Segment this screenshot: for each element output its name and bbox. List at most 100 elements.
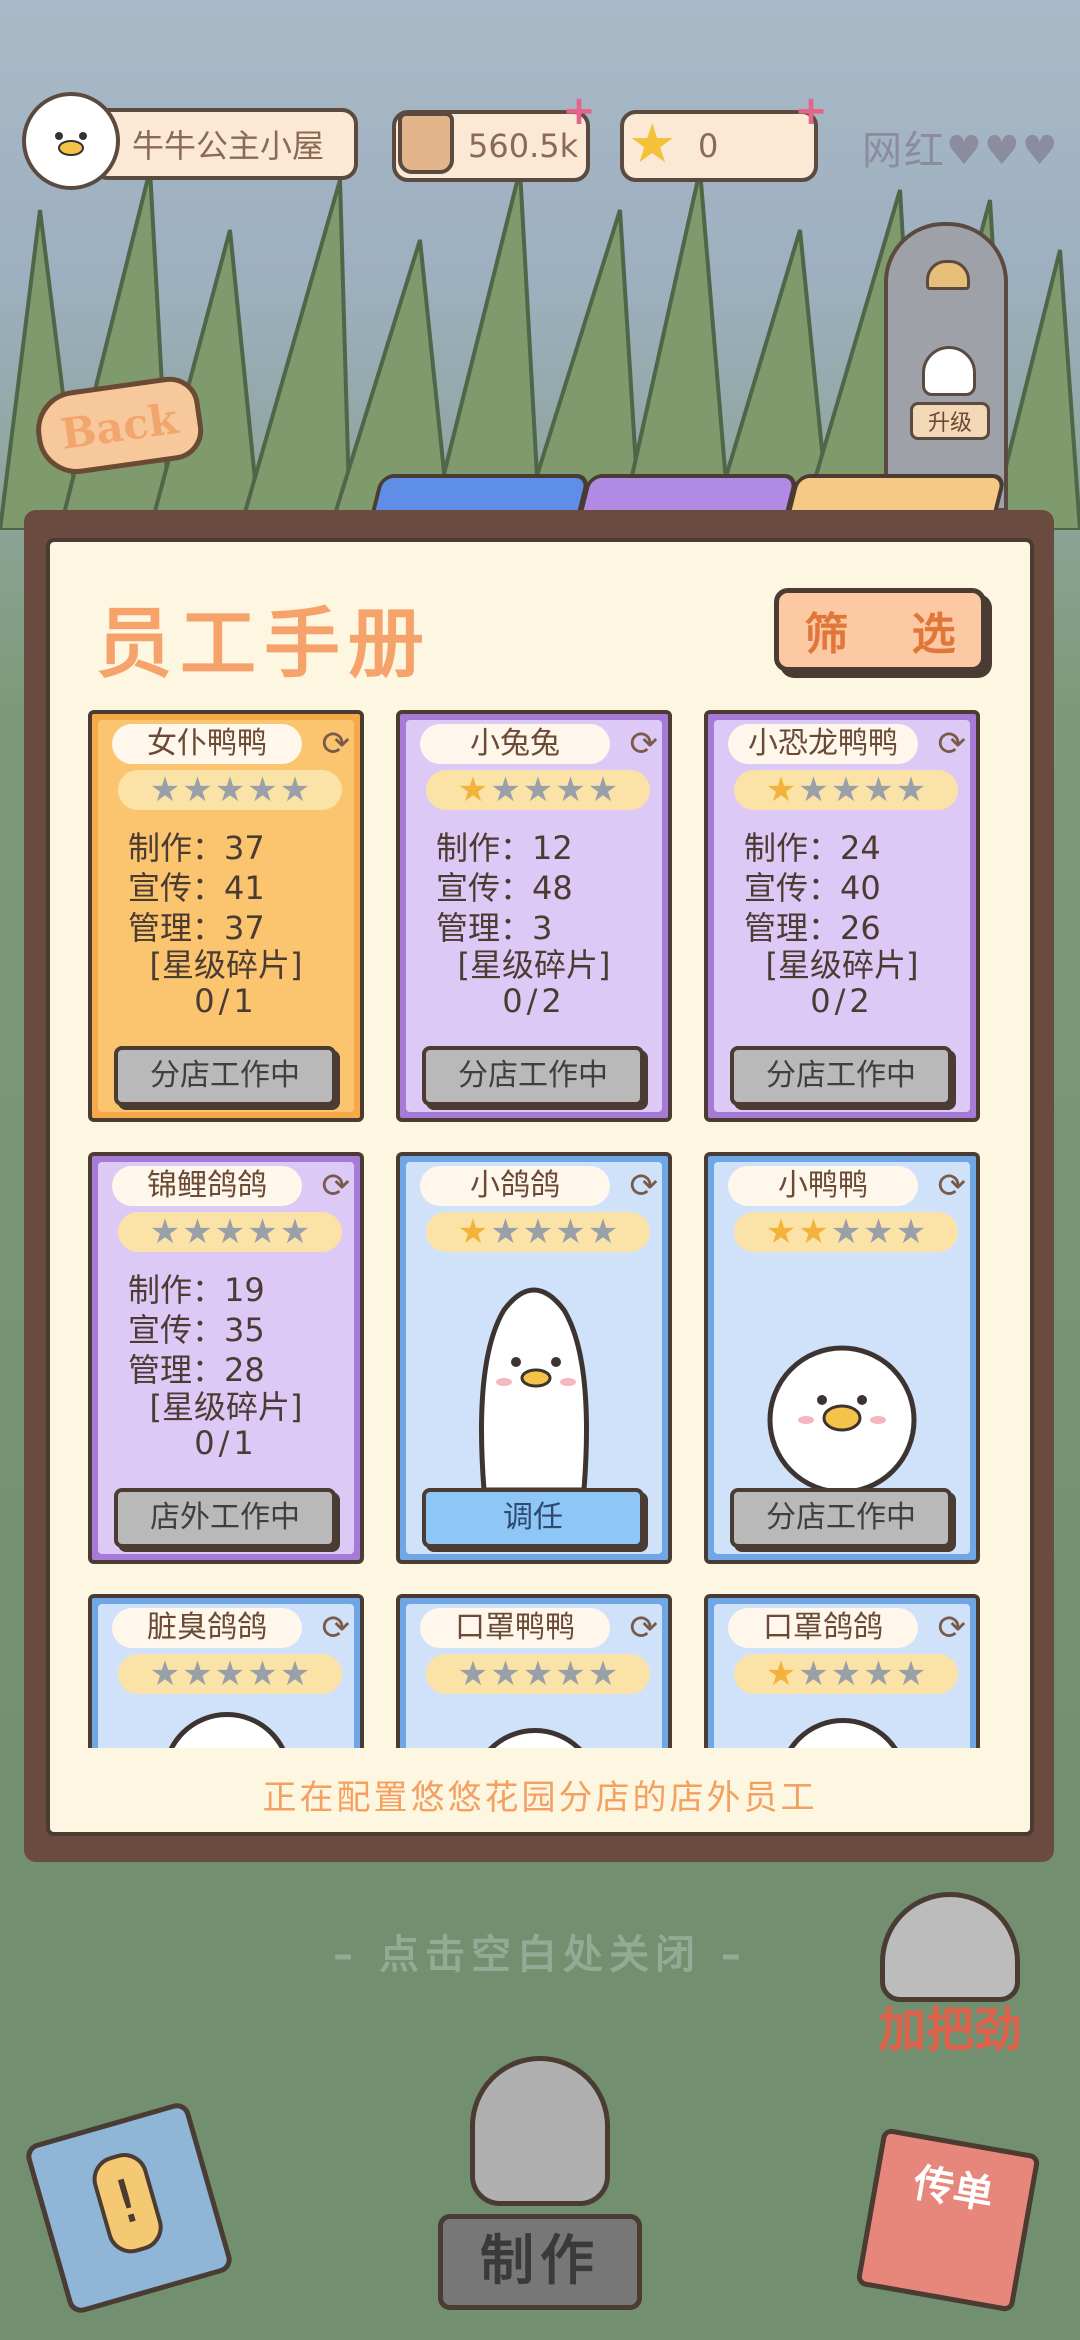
add-stars-icon[interactable]: + xyxy=(794,91,828,131)
refresh-icon[interactable]: ⟳ xyxy=(938,724,967,764)
upgrade-tower[interactable]: 升级 xyxy=(884,222,1008,512)
shop-name: 牛牛公主小屋 xyxy=(132,127,325,165)
employee-name: 锦鲤鸽鸽 xyxy=(112,1166,302,1206)
employee-name: 口罩鸽鸽 xyxy=(728,1608,918,1648)
refresh-icon[interactable]: ⟳ xyxy=(322,1166,351,1206)
filter-label: 筛 选 xyxy=(804,609,980,660)
stat-label: 宣传： xyxy=(128,1311,225,1349)
star-rating: ★ ★ ★ ★ ★ xyxy=(118,1654,342,1694)
employee-card[interactable]: 女仆鸭鸭 ⟳ ★ ★ ★ ★ ★ 制作：37 宣传：41 管理：37 [星级碎片] 0/… xyxy=(88,710,364,1122)
stat-promo: 48 xyxy=(532,869,573,907)
refresh-icon[interactable]: ⟳ xyxy=(938,1608,967,1648)
employee-card[interactable]: 口罩鸭鸭 ⟳ ★ ★ ★ ★ ★ xyxy=(396,1594,672,1748)
duck-face-icon xyxy=(55,132,87,156)
assignment-hint: 正在配置悠悠花园分店的店外员工 xyxy=(262,1778,818,1818)
employee-grid[interactable]: 女仆鸭鸭 ⟳ ★ ★ ★ ★ ★ 制作：37 宣传：41 管理：37 [星级碎片] 0/… xyxy=(88,710,992,1748)
employee-card[interactable]: 小恐龙鸭鸭 ⟳ ★ ★ ★ ★ ★ 制作：24 宣传：40 管理：26 [星级碎片] 0… xyxy=(704,710,980,1122)
stat-label: 制作： xyxy=(436,829,533,867)
employee-name: 小兔兔 xyxy=(420,724,610,764)
fragment-label: [星级碎片] xyxy=(765,946,919,984)
fragment-label: [星级碎片] xyxy=(149,946,303,984)
pigeon-character-icon xyxy=(479,1287,589,1493)
stat-make: 24 xyxy=(840,829,881,867)
employee-name: 口罩鸭鸭 xyxy=(420,1608,610,1648)
stat-label: 宣传： xyxy=(744,869,841,907)
employee-stats: 制作：37 宣传：41 管理：37 xyxy=(128,828,265,948)
refresh-icon[interactable]: ⟳ xyxy=(630,1166,659,1206)
stat-promo: 41 xyxy=(224,869,265,907)
stat-label: 制作： xyxy=(128,829,225,867)
employee-card[interactable]: 锦鲤鸽鸽 ⟳ ★ ★ ★ ★ ★ 制作：19 宣传：35 管理：28 [星级碎片] 0/… xyxy=(88,1152,364,1564)
page-title: 员工手册 xyxy=(96,599,432,688)
hearts-icon: ♥♥♥ xyxy=(946,128,1060,174)
star-rating: ★ ★ ★ ★ ★ xyxy=(426,1654,650,1694)
status-button[interactable]: 分店工作中 xyxy=(422,1046,644,1106)
stat-label: 宣传： xyxy=(436,869,533,907)
transfer-button[interactable]: 调任 xyxy=(422,1488,644,1548)
status-button[interactable]: 分店工作中 xyxy=(730,1046,952,1106)
employee-card[interactable]: 口罩鸽鸽 ⟳ ★ ★ ★ ★ ★ xyxy=(704,1594,980,1748)
tower-duck-icon xyxy=(922,346,976,396)
fragment-label: [星级碎片] xyxy=(457,946,611,984)
chef-duck-icon xyxy=(470,2056,610,2206)
fragment-count: 0/1 xyxy=(194,982,258,1020)
refresh-icon[interactable]: ⟳ xyxy=(322,1608,351,1648)
stat-make: 12 xyxy=(532,829,573,867)
milk-tea-icon xyxy=(398,112,454,174)
stars-amount: 0 xyxy=(698,127,719,165)
refresh-icon[interactable]: ⟳ xyxy=(322,724,351,764)
employee-card[interactable]: 小鸭鸭 ⟳ ★ ★ ★ ★ ★ 分店工作中 xyxy=(704,1152,980,1564)
refresh-icon[interactable]: ⟳ xyxy=(938,1166,967,1206)
fragment-count: 0/1 xyxy=(194,1424,258,1462)
popularity-label: 网红 xyxy=(862,128,946,174)
tower-roof-icon xyxy=(926,260,970,290)
stat-label: 制作： xyxy=(744,829,841,867)
employee-name: 女仆鸭鸭 xyxy=(112,724,302,764)
star-rating: ★ ★ ★ ★ ★ xyxy=(118,1212,342,1252)
employee-name: 脏臭鸽鸽 xyxy=(112,1608,302,1648)
status-button[interactable]: 分店工作中 xyxy=(114,1046,336,1106)
filter-button[interactable]: 筛 选 xyxy=(774,588,986,672)
stat-promo: 35 xyxy=(224,1311,265,1349)
employee-stats: 制作：12 宣传：48 管理：3 xyxy=(436,828,573,948)
upgrade-label: 升级 xyxy=(910,402,990,440)
player-avatar[interactable] xyxy=(22,92,120,190)
stat-make: 19 xyxy=(224,1271,265,1309)
fragment-label: [星级碎片] xyxy=(149,1388,303,1426)
refresh-icon[interactable]: ⟳ xyxy=(630,724,659,764)
employee-card[interactable]: 小兔兔 ⟳ ★ ★ ★ ★ ★ 制作：12 宣传：48 管理：3 [星级碎片] 0/2 … xyxy=(396,710,672,1122)
star-rating: ★ ★ ★ ★ ★ xyxy=(734,1212,958,1252)
employee-card[interactable]: 脏臭鸽鸽 ⟳ ★ ★ ★ ★ ★ xyxy=(88,1594,364,1748)
employee-stats: 制作：24 宣传：40 管理：26 xyxy=(744,828,881,948)
star-rating: ★ ★ ★ ★ ★ xyxy=(426,770,650,810)
employee-card[interactable]: 小鸽鸽 ⟳ ★ ★ ★ ★ ★ 调任 xyxy=(396,1152,672,1564)
cheer-button[interactable]: 加把劲 xyxy=(860,1990,1040,2060)
duckling-character-icon xyxy=(767,1345,917,1495)
fragment-count: 0/2 xyxy=(502,982,566,1020)
fragment-count: 0/2 xyxy=(810,982,874,1020)
status-button[interactable]: 店外工作中 xyxy=(114,1488,336,1548)
stat-promo: 40 xyxy=(840,869,881,907)
stat-make: 37 xyxy=(224,829,265,867)
stat-label: 宣传： xyxy=(128,869,225,907)
flyer-button[interactable]: 传单 xyxy=(855,2127,1041,2313)
shop-name-pill[interactable]: 牛牛公主小屋 xyxy=(92,108,358,180)
back-label: Back xyxy=(57,393,181,459)
employee-name: 小鸭鸭 xyxy=(728,1166,918,1206)
stat-label: 制作： xyxy=(128,1271,225,1309)
add-milk-tea-icon[interactable]: + xyxy=(562,91,596,131)
employee-name: 小恐龙鸭鸭 xyxy=(728,724,918,764)
popularity-badge[interactable]: 网红♥♥♥ xyxy=(862,118,1060,176)
make-button[interactable]: 制作 xyxy=(438,2214,642,2310)
flyer-label: 传单 xyxy=(909,2159,997,2220)
employee-name: 小鸽鸽 xyxy=(420,1166,610,1206)
employee-stats: 制作：19 宣传：35 管理：28 xyxy=(128,1270,265,1390)
exclamation-icon: ! xyxy=(86,2147,169,2259)
star-rating: ★ ★ ★ ★ ★ xyxy=(734,1654,958,1694)
star-currency-icon: ★ xyxy=(628,112,677,175)
refresh-icon[interactable]: ⟳ xyxy=(630,1608,659,1648)
star-rating: ★ ★ ★ ★ ★ xyxy=(734,770,958,810)
star-rating: ★ ★ ★ ★ ★ xyxy=(118,770,342,810)
star-rating: ★ ★ ★ ★ ★ xyxy=(426,1212,650,1252)
status-button[interactable]: 分店工作中 xyxy=(730,1488,952,1548)
